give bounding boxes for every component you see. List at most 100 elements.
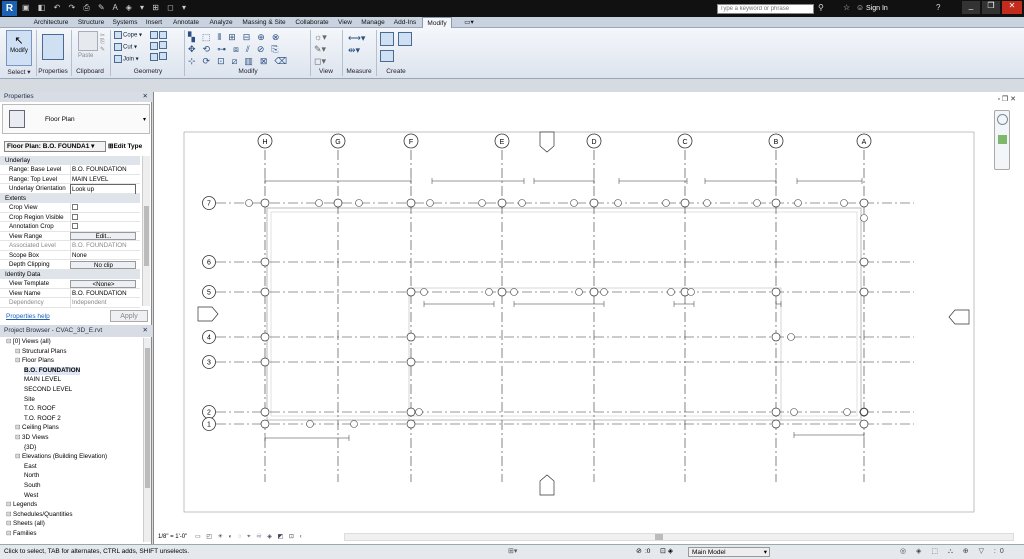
expand-toggle-icon[interactable]: ⊟ [15,424,22,431]
view-range-edit-button[interactable]: Edit... [70,232,136,240]
tab-systems[interactable]: Systems [111,17,139,28]
depth-clipping-button[interactable]: No clip [70,260,136,269]
browser-item[interactable]: ⊟ 3D Views [15,434,49,442]
pier-column [406,419,416,429]
close-icon[interactable]: ✕ [143,92,148,102]
browser-item[interactable]: SECOND LEVEL [24,386,72,394]
group-extents[interactable]: Extents [0,194,140,203]
expand-toggle-icon[interactable]: ⊟ [15,357,22,364]
create-parts-icon[interactable] [380,50,394,62]
expand-toggle-icon[interactable]: ⊟ [15,434,22,441]
tab-architecture[interactable]: Architecture [30,17,72,28]
tab-annotate[interactable]: Annotate [169,17,203,28]
measure-tools[interactable]: ⟷▾ ⇹▾ [348,32,365,56]
footing [614,199,622,207]
properties-scrollbar[interactable] [142,156,150,306]
browser-item[interactable]: ⊟ Families [6,530,36,538]
browser-item[interactable]: MAIN LEVEL [24,376,61,384]
cope-button[interactable]: Cope ▾ [114,31,142,39]
browser-item[interactable]: T.O. ROOF 2 [24,415,61,423]
sign-in-link[interactable]: Sign In [866,5,888,12]
browser-item[interactable]: {3D} [24,444,36,452]
quick-access-toolbar[interactable]: ▣ ◧ ↶ ↷ ⎙ ✎ A ◈ ▾ ⊞ ◻ ▾ [22,3,252,14]
instance-selector[interactable]: Floor Plan: B.O. FOUNDA1 ▾ [4,141,106,152]
view-control-icons[interactable]: ▭ ◰ ☀ ◐ ◌ ⌖ ♾ ◈ ◩ ⊡ ‹ [195,534,304,540]
tab-insert[interactable]: Insert [143,17,165,28]
expand-toggle-icon[interactable]: ⊟ [6,501,13,508]
tab-add-ins[interactable]: Add-Ins [391,17,419,28]
browser-scrollbar[interactable] [143,338,151,542]
view-scale[interactable]: 1/8" = 1'-0" [158,534,187,540]
browser-item[interactable]: ⊟ [0] Views (all) [6,338,51,346]
pier-column [771,332,781,342]
type-selector[interactable]: Floor Plan ▾ [2,104,150,134]
ribbon-minimize-icon[interactable]: ▭▾ [462,17,476,28]
clipboard-tools[interactable]: ✂ ⎘ ✎ [100,32,105,53]
search-input[interactable] [717,4,814,14]
drawing-canvas[interactable]: ▫ ❐ ✕ HGFEDCBA7654321 1/8" = 1'-0" ▭ ◰ ☀… [153,92,1024,544]
browser-item[interactable]: ⊟ Floor Plans [15,357,54,365]
browser-item[interactable]: East [24,463,37,471]
join-button[interactable]: Join ▾ [114,55,139,63]
elevation-marker-south [539,474,555,496]
expand-toggle-icon[interactable]: ⊟ [6,511,13,518]
browser-item[interactable]: ⊟ Sheets (all) [6,520,45,528]
browser-item[interactable]: ⊟ Ceiling Plans [15,424,59,432]
active-design-option[interactable]: Main Model ▾ [688,547,770,557]
restore-button[interactable]: ❐ [982,1,1000,14]
select-dropdown[interactable]: Select ▾ [4,68,34,76]
design-options-icon[interactable]: ⊡ ◈ [660,547,673,555]
browser-item[interactable]: T.O. ROOF [24,405,55,413]
footing [518,199,526,207]
view-tools[interactable]: ☼▾ ✎▾ ◻▾ [314,31,327,67]
tab-structure[interactable]: Structure [75,17,107,28]
horizontal-scrollbar[interactable] [344,533,1014,541]
create-group-icon[interactable] [380,32,394,46]
expand-toggle-icon[interactable]: ⊟ [6,530,13,537]
view-template-button[interactable]: <None> [70,279,136,288]
browser-item[interactable]: ⊟ Elevations (Building Elevation) [15,453,107,461]
properties-icon[interactable] [42,34,64,60]
group-underlay[interactable]: Underlay [0,156,140,165]
worksets-icon[interactable]: ⊞▾ [508,547,517,555]
close-icon[interactable]: ✕ [143,326,148,336]
tab-modify[interactable]: Modify [422,17,452,28]
binoculars-icon[interactable]: ⚲ [818,3,824,12]
editable-only-icon[interactable]: ⊘ [636,547,642,555]
tab-collaborate[interactable]: Collaborate [292,17,332,28]
help-icon[interactable]: ? [936,3,940,12]
close-button[interactable]: ✕ [1002,1,1022,14]
tab-massing-site[interactable]: Massing & Site [239,17,289,28]
properties-help-link[interactable]: Properties help [6,313,50,320]
browser-item[interactable]: South [24,482,40,490]
browser-item[interactable]: ⊟ Schedules/Quantities [6,511,73,519]
modify-tool-button[interactable]: ↖ Modify [6,30,32,66]
tab-view[interactable]: View [335,17,355,28]
measure-panel-label: Measure [346,68,372,75]
browser-item[interactable]: West [24,492,38,500]
selection-filter-icons[interactable]: ◎ ◈ ⬚ ⛬ ⊕ ▽ :0 [900,547,1008,556]
tab-manage[interactable]: Manage [358,17,388,28]
apply-button[interactable]: Apply [110,310,148,322]
browser-item[interactable]: North [24,472,39,480]
browser-item[interactable]: ⊟ Structural Plans [15,348,66,356]
expand-toggle-icon[interactable]: ⊟ [15,453,22,460]
user-icon[interactable]: ☺ [856,3,864,12]
modify-tools-grid[interactable]: ▚⬚⫴⊞⊟⊕⊗ ✥⟲⊶⧈⫽⊘⎘ ⊹⟳⊡⧄▥⊠⌫ [188,31,308,66]
geometry-tools[interactable] [150,31,168,61]
browser-item[interactable]: Site [24,396,35,404]
star-icon[interactable]: ☆ [843,3,850,12]
edit-type-button[interactable]: ⊞Edit Type [108,141,152,152]
browser-item[interactable]: ⊟ Legends [6,501,37,509]
expand-toggle-icon[interactable]: ⊟ [6,520,13,527]
group-identity-data[interactable]: Identity Data [0,270,140,279]
minimize-button[interactable]: _ [962,1,980,14]
cut-button[interactable]: Cut ▾ [114,43,137,51]
expand-toggle-icon[interactable]: ⊟ [6,338,13,345]
paste-icon[interactable] [78,31,98,51]
expand-toggle-icon[interactable]: ⊟ [15,348,22,355]
create-similar-icon[interactable] [398,32,412,46]
browser-item[interactable]: B.O. FOUNDATION [24,366,81,375]
tab-analyze[interactable]: Analyze [206,17,236,28]
revit-logo-icon[interactable]: R [2,1,17,16]
